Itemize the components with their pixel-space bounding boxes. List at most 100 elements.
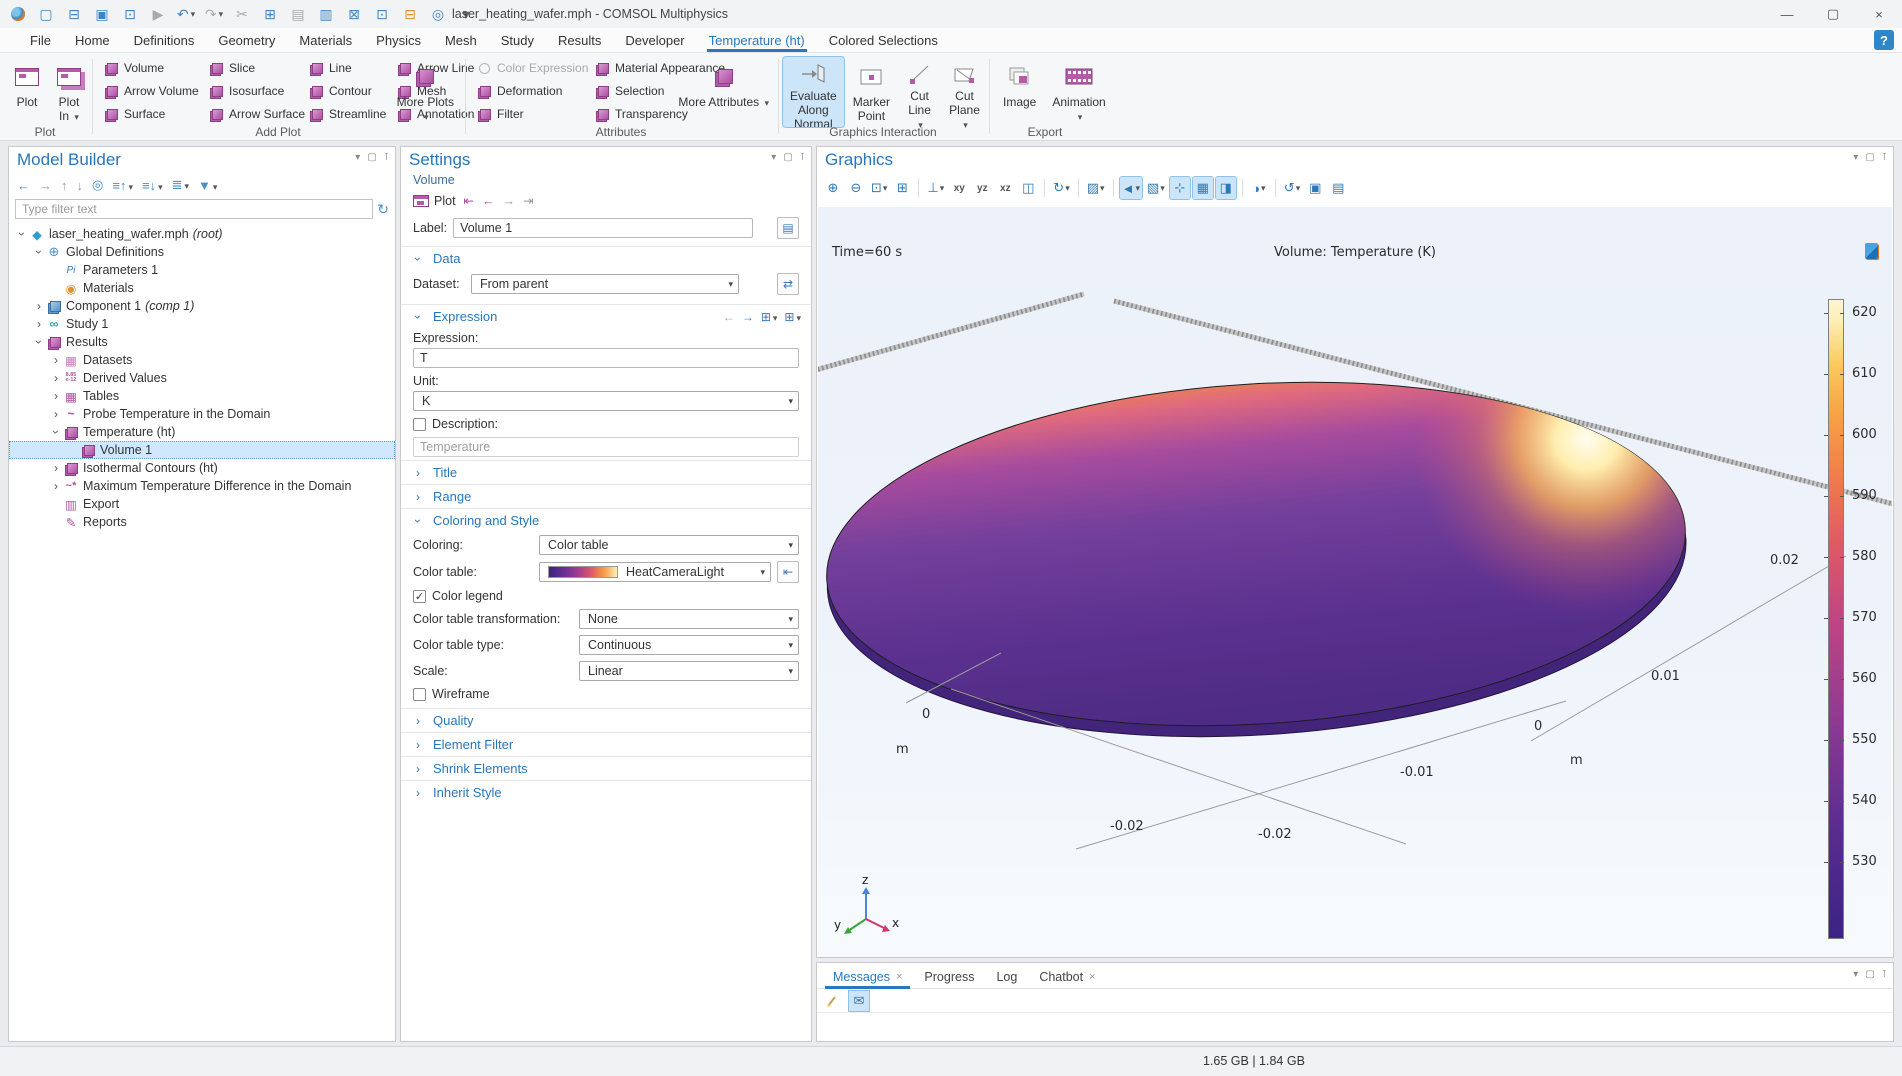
panel-pin-icon[interactable]: ⊺ [800, 152, 805, 163]
appearance-icon[interactable]: ◑▾ [1249, 177, 1269, 199]
menu-study[interactable]: Study [489, 28, 546, 52]
collapse-all-icon[interactable]: ≡↑▾ [112, 178, 133, 193]
view-xy-icon[interactable]: xy [949, 177, 969, 199]
cut-icon[interactable]: ✂ [230, 4, 254, 24]
section-coloring-style[interactable]: Coloring and Style [433, 513, 539, 528]
more-plots-button[interactable]: More Plots▾ [390, 57, 461, 127]
settings-plot-button[interactable]: Plot [413, 194, 456, 208]
chevron-icon[interactable]: › [411, 738, 425, 752]
last-plot-icon[interactable]: ⇥ [523, 193, 533, 208]
tree-chevron-icon[interactable]: › [49, 461, 63, 475]
show-axes-icon[interactable]: ⊹ [1170, 177, 1190, 199]
tree-item-study-1[interactable]: ›∞Study 1 [9, 315, 395, 333]
clear-messages-icon[interactable] [823, 991, 843, 1011]
chevron-icon[interactable]: › [411, 466, 425, 480]
tree-chevron-icon[interactable]: › [49, 407, 63, 421]
tree-chevron-icon[interactable]: › [49, 353, 63, 367]
projection-icon[interactable]: ◫ [1018, 177, 1038, 199]
add-plot-arrow-surface[interactable]: Arrow Surface [208, 103, 308, 125]
preview-icon[interactable]: ◎ [426, 4, 450, 24]
expression-input[interactable]: T [413, 348, 799, 368]
close-button[interactable]: × [1856, 0, 1902, 28]
tree-item-maximum-temperature-difference-in-the-domain[interactable]: ›~*Maximum Temperature Difference in the… [9, 477, 395, 495]
chevron-icon[interactable]: › [411, 786, 425, 800]
chevron-icon[interactable]: › [411, 310, 425, 324]
tree-chevron-icon[interactable]: › [15, 227, 29, 241]
update-icon[interactable]: ↺▾ [1282, 177, 1302, 199]
forward-icon[interactable]: → [39, 178, 52, 193]
dataset-select[interactable]: From parent▾ [471, 274, 739, 294]
section-range[interactable]: Range [433, 489, 471, 504]
panel-maximize-icon[interactable]: ▢ [1865, 969, 1874, 980]
menu-geometry[interactable]: Geometry [206, 28, 287, 52]
attribute-deformation[interactable]: Deformation [476, 80, 594, 102]
undo-icon[interactable]: ↶ ▾ [174, 4, 198, 24]
redo-icon[interactable]: ↷ ▾ [202, 4, 226, 24]
add-plot-line[interactable]: Line [308, 57, 396, 79]
rotate-icon[interactable]: ↻▾ [1051, 177, 1071, 199]
menu-mesh[interactable]: Mesh [433, 28, 489, 52]
zoom-in-icon[interactable]: ⊕ [823, 177, 843, 199]
menu-temperature-ht[interactable]: Temperature (ht) [697, 28, 817, 52]
run-icon[interactable]: ▶ [146, 4, 170, 24]
cut-plane-button[interactable]: Cut Plane ▾ [942, 57, 987, 127]
add-plot-isosurface[interactable]: Isosurface [208, 80, 308, 102]
save-icon[interactable]: ▣ [90, 4, 114, 24]
insert-expression-icon[interactable]: ⊞▾ [784, 310, 801, 324]
back-icon[interactable]: ← [17, 178, 30, 193]
cut-line-button[interactable]: Cut Line ▾ [899, 57, 940, 127]
close-tab-icon[interactable]: × [896, 971, 902, 983]
color-table-settings-button[interactable]: ⇤ [777, 561, 799, 583]
chevron-icon[interactable]: › [411, 514, 425, 528]
show-messages-icon[interactable]: ✉ [849, 991, 869, 1011]
paste-icon[interactable]: ▤ [286, 4, 310, 24]
chevron-icon[interactable]: › [411, 714, 425, 728]
tree-item-reports[interactable]: ✎Reports [9, 513, 395, 531]
export-animation-button[interactable]: Animation ▾ [1045, 57, 1112, 127]
duplicate-icon[interactable]: ▥ [314, 4, 338, 24]
show-icon[interactable]: ◎ [92, 177, 103, 193]
coloring-select[interactable]: Color table▾ [539, 535, 799, 555]
tree-item-tables[interactable]: ›▦Tables [9, 387, 395, 405]
copy-icon[interactable]: ⊞ [258, 4, 282, 24]
next-plot-icon[interactable]: → [503, 194, 516, 208]
move-up-icon[interactable]: ↑ [61, 178, 68, 193]
snapshot-icon[interactable]: ▣ [1305, 177, 1325, 199]
move-down-icon[interactable]: ↓ [77, 178, 84, 193]
expand-all-icon[interactable]: ≡↓▾ [142, 178, 163, 193]
show-legend-icon[interactable]: ◨ [1216, 177, 1236, 199]
tab-log[interactable]: Log [986, 966, 1027, 988]
select-box-icon[interactable]: ⊡ [370, 4, 394, 24]
tree-item-materials[interactable]: ◉Materials [9, 279, 395, 297]
marker-point-button[interactable]: Marker Point [846, 57, 897, 127]
color-table-transformation-select[interactable]: None▾ [579, 609, 799, 629]
tab-chatbot[interactable]: Chatbot× [1029, 966, 1105, 988]
section-data[interactable]: Data [433, 251, 460, 266]
color-table-select[interactable]: HeatCameraLight▾ [539, 562, 771, 582]
tree-item-export[interactable]: ▥Export [9, 495, 395, 513]
tree-filter-input[interactable] [15, 199, 373, 219]
tree-item-parameters-1[interactable]: PiParameters 1 [9, 261, 395, 279]
plot-button[interactable]: Plot [8, 57, 46, 127]
tree-item-volume-1[interactable]: Volume 1 [9, 441, 395, 459]
wireframe-checkbox[interactable] [413, 688, 426, 701]
tab-messages[interactable]: Messages× [823, 966, 912, 988]
add-plot-slice[interactable]: Slice [208, 57, 308, 79]
panel-pin-icon[interactable]: ⊺ [384, 152, 389, 163]
label-field[interactable]: Volume 1 [453, 218, 753, 238]
tree-item-datasets[interactable]: ›▦Datasets [9, 351, 395, 369]
menu-developer[interactable]: Developer [613, 28, 696, 52]
menu-physics[interactable]: Physics [364, 28, 433, 52]
section-inherit-style[interactable]: Inherit Style [433, 785, 502, 800]
section-title[interactable]: Title [433, 465, 457, 480]
refresh-icon[interactable]: ↻ [377, 201, 389, 218]
tree-item-results[interactable]: ›Results [9, 333, 395, 351]
zoom-box-icon[interactable]: ⊡▾ [869, 177, 889, 199]
add-plot-arrow-volume[interactable]: Arrow Volume [103, 80, 208, 102]
save-as-icon[interactable]: ⊡ [118, 4, 142, 24]
plot-area[interactable]: z y x Time=60 s Volume: Temperature (K) … [818, 207, 1892, 957]
print-icon[interactable]: ▤ [1328, 177, 1348, 199]
new-file-icon[interactable]: ▢ [34, 4, 58, 24]
view-yz-icon[interactable]: yz [972, 177, 992, 199]
show-grid-icon[interactable]: ▦ [1193, 177, 1213, 199]
